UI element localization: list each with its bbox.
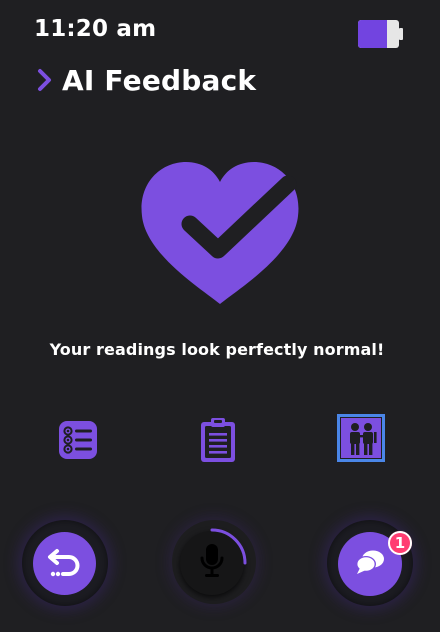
undo-icon <box>47 545 83 583</box>
status-bar: 11:20 am <box>0 0 440 58</box>
battery-icon <box>357 20 403 48</box>
chat-notification-badge: 1 <box>388 531 412 555</box>
ai-feedback-screen: 11:20 am AI Feedback Your readings look … <box>0 0 440 632</box>
heart-check-icon <box>138 158 302 308</box>
chat-bubbles-icon <box>355 549 385 579</box>
page-title: AI Feedback <box>62 63 257 97</box>
listening-progress-arc <box>176 527 248 599</box>
checklist-icon[interactable] <box>56 418 100 462</box>
chevron-right-icon[interactable] <box>36 68 54 92</box>
page-header: AI Feedback <box>36 60 256 100</box>
feedback-message: Your readings look perfectly normal! <box>49 340 385 359</box>
back-button[interactable] <box>33 532 96 595</box>
family-icon[interactable] <box>337 414 385 462</box>
clipboard-icon[interactable] <box>196 416 240 464</box>
status-time: 11:20 am <box>34 16 157 42</box>
